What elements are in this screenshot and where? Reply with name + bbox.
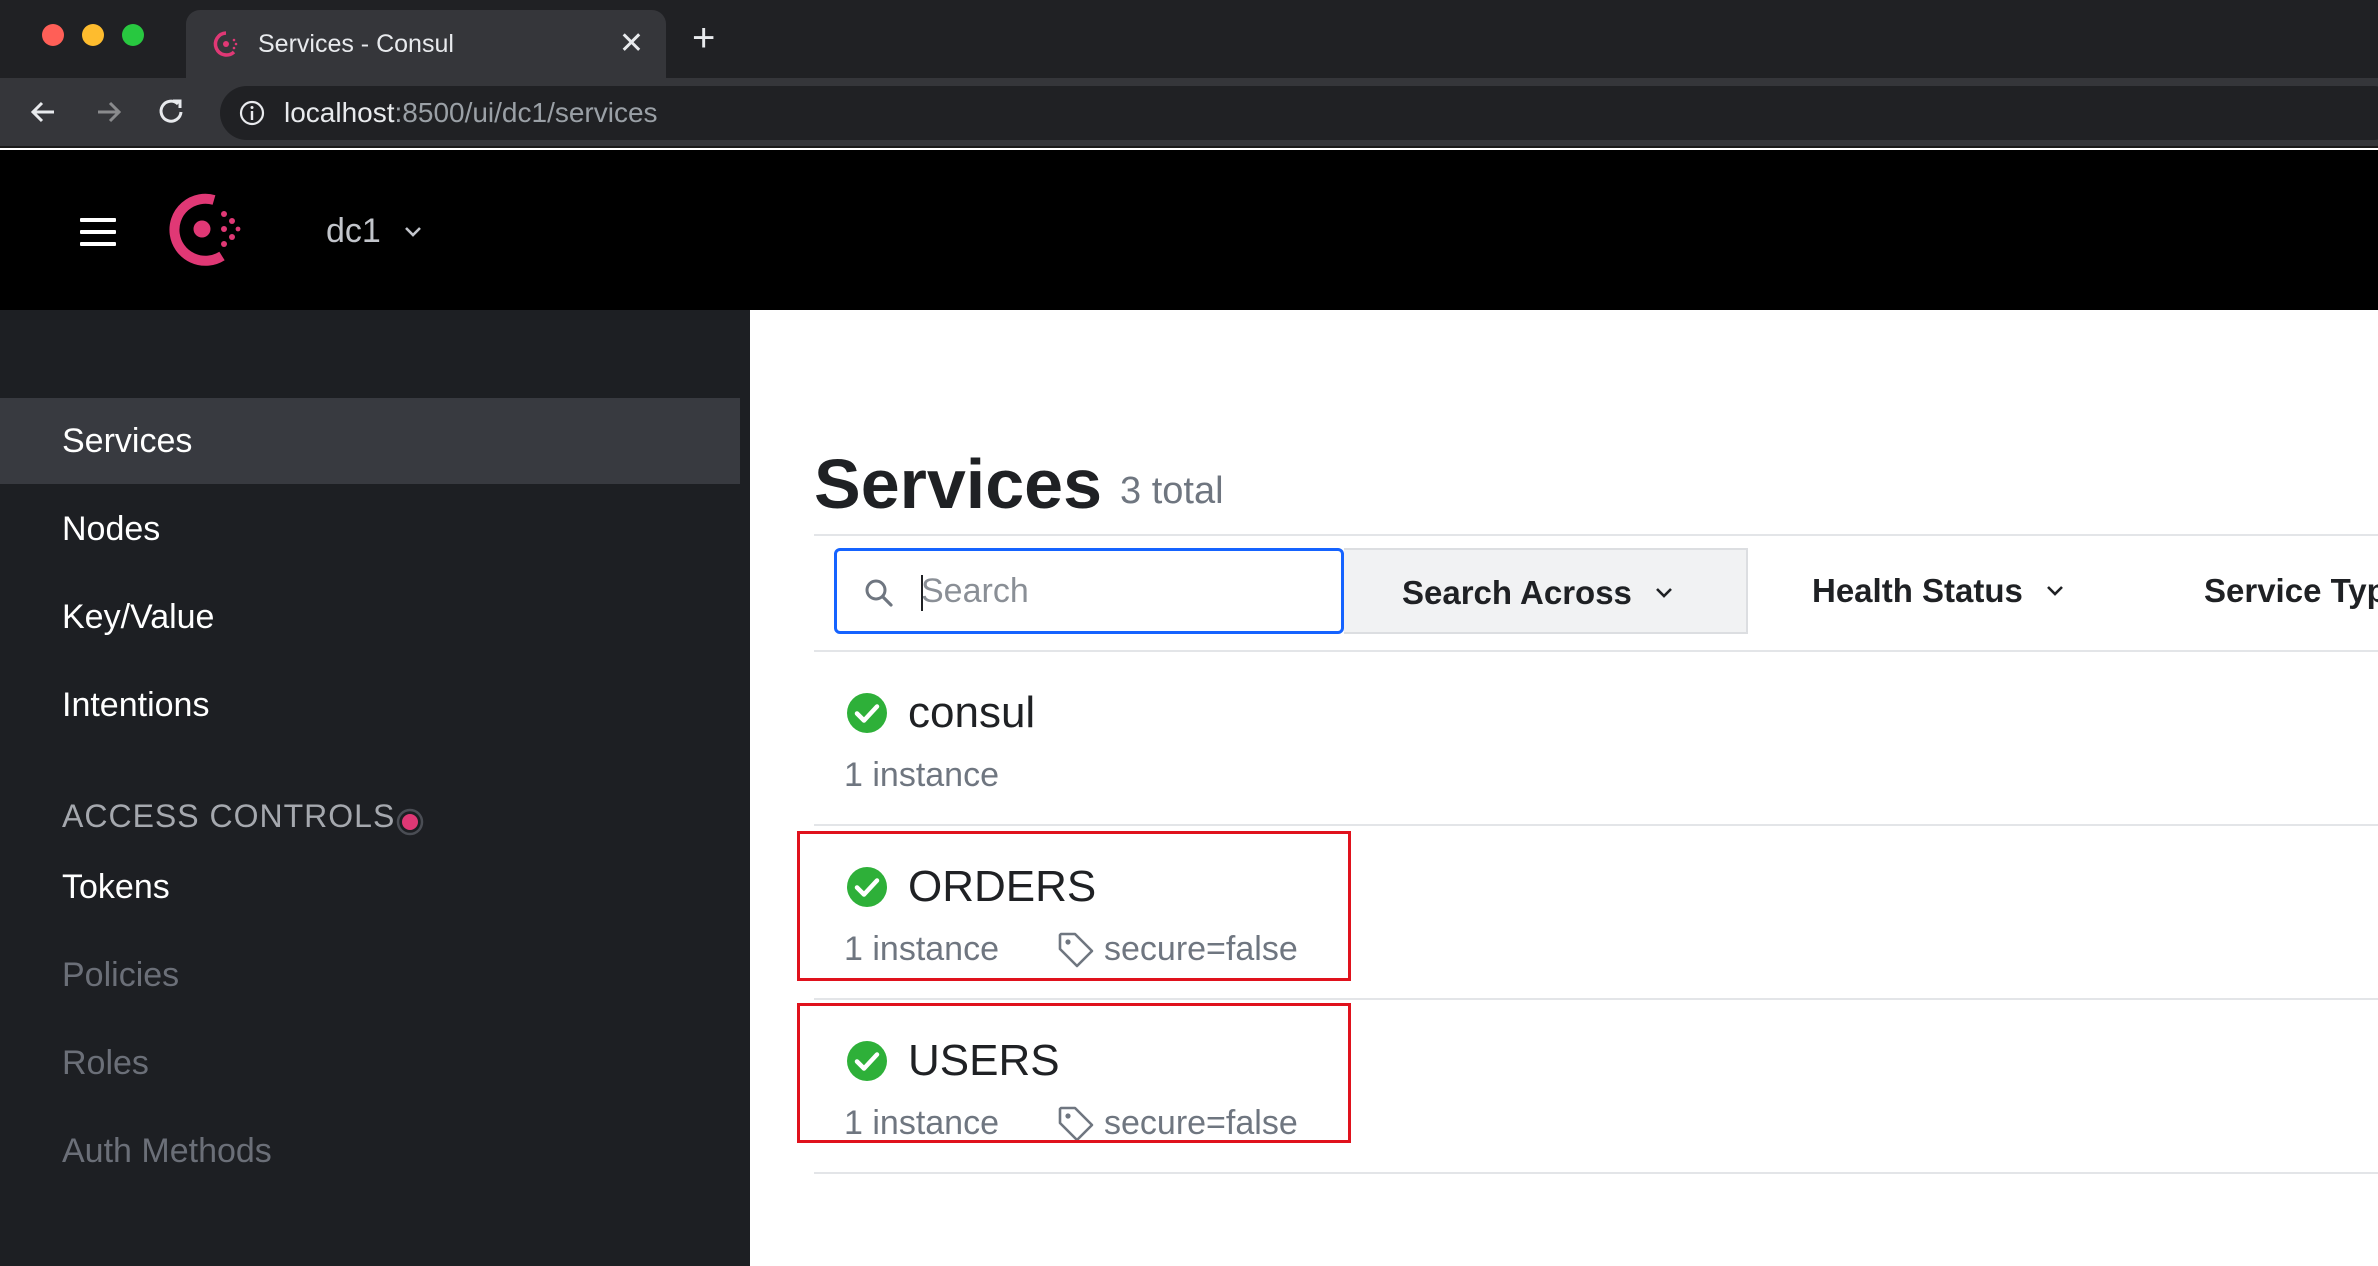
text-caret: [921, 575, 923, 611]
browser-tab[interactable]: Services - Consul ✕: [186, 10, 666, 78]
search-across-label: Search Across: [1402, 574, 1632, 611]
tab-close-icon[interactable]: ✕: [619, 24, 644, 64]
address-bar[interactable]: localhost:8500/ui/dc1/services: [220, 86, 2378, 140]
search-box[interactable]: [834, 548, 1344, 634]
window-minimize-button[interactable]: [82, 24, 104, 46]
search-icon: [865, 579, 893, 607]
reload-icon[interactable]: [152, 92, 192, 132]
acl-disabled-indicator-icon: [396, 808, 424, 836]
browser-tab-strip: Services - Consul ✕ +: [0, 0, 2378, 78]
chevron-down-icon: [1655, 588, 1672, 599]
search-input[interactable]: [921, 565, 1321, 617]
app-header: dc1: [0, 150, 2378, 310]
back-arrow-icon[interactable]: [24, 92, 64, 132]
filter-bar: Search Across Health Status Service Typ: [814, 534, 2378, 652]
sidebar-item-nodes[interactable]: Nodes: [0, 486, 740, 572]
search-across-dropdown[interactable]: Search Across: [1344, 548, 1748, 634]
url-host: localhost: [284, 97, 395, 128]
service-type-label: Service Typ: [2204, 572, 2378, 609]
health-status-label: Health Status: [1812, 572, 2023, 609]
tab-title: Services - Consul: [258, 30, 454, 58]
access-controls-heading: ACCESS CONTROLS: [62, 798, 396, 834]
window-close-button[interactable]: [42, 24, 64, 46]
service-count: 3 total: [1120, 470, 1224, 512]
sidebar: Services Nodes Key/Value Intentions ACCE…: [0, 310, 750, 1266]
highlight-box-users: [797, 1003, 1351, 1143]
datacenter-select[interactable]: dc1: [326, 212, 381, 251]
new-tab-button[interactable]: +: [692, 18, 715, 58]
sidebar-item-intentions[interactable]: Intentions: [0, 662, 740, 748]
sidebar-item-tokens[interactable]: Tokens: [0, 844, 740, 930]
sidebar-item-roles: Roles: [62, 1044, 149, 1082]
page-title: Services: [814, 445, 1103, 523]
chevron-down-icon: [2046, 586, 2063, 597]
sidebar-item-policies: Policies: [62, 956, 180, 994]
browser-toolbar: localhost:8500/ui/dc1/services: [0, 78, 2378, 148]
health-status-dropdown[interactable]: Health Status: [1812, 548, 2112, 634]
sidebar-item-auth-methods: Auth Methods: [62, 1132, 272, 1170]
sidebar-item-key-value[interactable]: Key/Value: [0, 574, 740, 660]
consul-logo-icon[interactable]: [162, 188, 246, 272]
service-row-consul[interactable]: consul 1 instance: [814, 652, 2378, 826]
window-maximize-button[interactable]: [122, 24, 144, 46]
hamburger-icon[interactable]: [80, 218, 116, 246]
highlight-box-orders: [797, 831, 1351, 981]
check-circle-icon: [847, 693, 887, 733]
instance-count: 1 instance: [844, 756, 999, 794]
info-icon[interactable]: [238, 99, 266, 127]
sidebar-item-services[interactable]: Services: [0, 398, 740, 484]
service-name[interactable]: consul: [908, 688, 1035, 738]
forward-arrow-icon[interactable]: [88, 92, 128, 132]
url-text: localhost:8500/ui/dc1/services: [284, 97, 658, 129]
chevron-down-icon[interactable]: [402, 220, 424, 242]
service-type-dropdown[interactable]: Service Typ: [2204, 548, 2378, 634]
consul-favicon-icon: [213, 31, 238, 57]
url-path: :8500/ui/dc1/services: [394, 97, 658, 128]
